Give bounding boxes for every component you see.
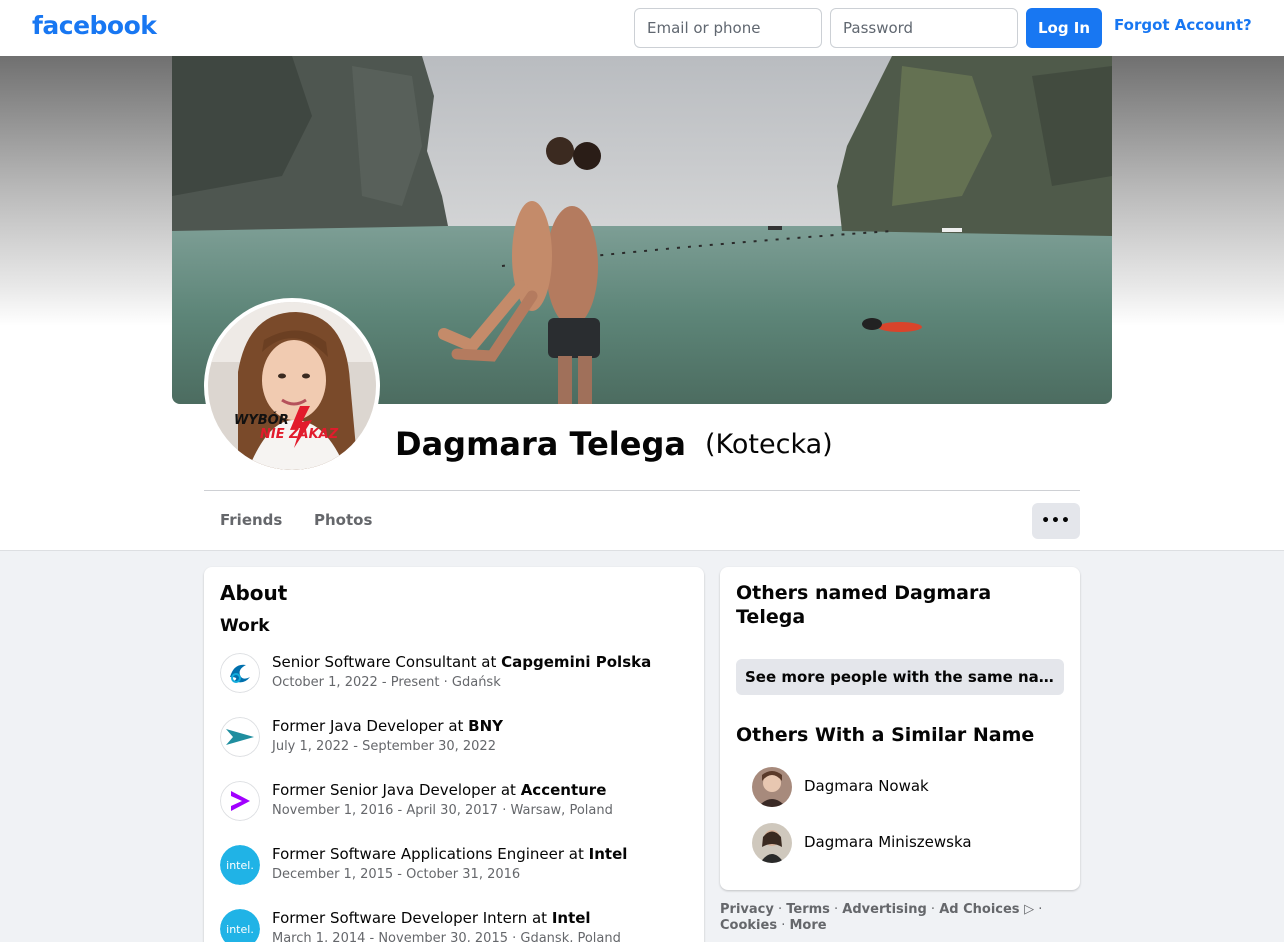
work-item: Former Senior Java Developer at Accentur… [220, 781, 690, 829]
intel-logo-icon[interactable]: intel. [220, 909, 260, 942]
company-link[interactable]: Intel [589, 845, 628, 863]
footer-link-privacy[interactable]: Privacy [720, 902, 774, 917]
tab-friends[interactable]: Friends [220, 511, 282, 529]
footer-link-advertising[interactable]: Advertising [842, 902, 927, 917]
work-title-text: Former Senior Java Developer at Accentur… [272, 781, 607, 799]
work-item: Senior Software Consultant at Capgemini … [220, 653, 690, 701]
work-item: intel. Former Software Applications Engi… [220, 845, 690, 893]
accenture-logo-icon[interactable] [220, 781, 260, 821]
profile-alternate-name: (Kotecka) [705, 429, 833, 460]
person-item[interactable]: Dagmara Miniszewska [752, 823, 1052, 863]
work-dates: July 1, 2022 - September 30, 2022 [272, 739, 496, 754]
work-dates: December 1, 2015 - October 31, 2016 [272, 867, 521, 882]
see-more-people-button[interactable]: See more people with the same name [736, 659, 1064, 695]
work-title-text: Senior Software Consultant at Capgemini … [272, 653, 652, 671]
company-link[interactable]: BNY [468, 717, 503, 735]
avatar-overlay-text-1: WYBÓR [234, 412, 289, 428]
others-named-card: Others named Dagmara Telega See more peo… [720, 567, 1080, 890]
person-avatar[interactable] [752, 767, 792, 807]
others-named-title: Others named Dagmara Telega [736, 582, 992, 628]
avatar-image: WYBÓR NIE ZAKAZ [208, 302, 376, 470]
footer-links: Privacy · Terms · Advertising · Ad Choic… [720, 902, 1043, 933]
work-title: Work [220, 616, 270, 636]
forgot-account-link[interactable]: Forgot Account? [1114, 16, 1252, 34]
about-card: About Work Senior Software Consultant at… [204, 567, 704, 942]
person-avatar[interactable] [752, 823, 792, 863]
footer-link-ad-choices[interactable]: Ad Choices ▷ [939, 902, 1034, 917]
capgemini-logo-icon[interactable] [220, 653, 260, 693]
footer-link-terms[interactable]: Terms [786, 902, 830, 917]
person-name[interactable]: Dagmara Nowak [804, 777, 929, 795]
footer-link-cookies[interactable]: Cookies [720, 918, 777, 933]
tab-photos[interactable]: Photos [314, 511, 372, 529]
company-link[interactable]: Accenture [521, 781, 607, 799]
work-dates: October 1, 2022 - Present · Gdańsk [272, 675, 501, 690]
about-title: About [220, 581, 288, 605]
bny-logo-icon[interactable] [220, 717, 260, 757]
intel-logo-icon[interactable]: intel. [220, 845, 260, 885]
similar-name-title: Others With a Similar Name [736, 724, 1035, 746]
work-title-text: Former Java Developer at BNY [272, 717, 504, 735]
profile-avatar[interactable]: WYBÓR NIE ZAKAZ [204, 298, 380, 474]
header-divider [204, 490, 1080, 491]
work-item: Former Java Developer at BNY July 1, 202… [220, 717, 690, 765]
work-item: intel. Former Software Developer Intern … [220, 909, 690, 942]
company-link[interactable]: Capgemini Polska [501, 653, 651, 671]
password-input[interactable] [830, 8, 1018, 48]
person-name[interactable]: Dagmara Miniszewska [804, 833, 972, 851]
profile-name: Dagmara Telega [395, 425, 686, 463]
work-title-text: Former Software Applications Engineer at… [272, 845, 628, 863]
work-dates: November 1, 2016 - April 30, 2017 · Wars… [272, 803, 613, 818]
email-input[interactable] [634, 8, 822, 48]
login-button[interactable]: Log In [1026, 8, 1102, 48]
company-link[interactable]: Intel [552, 909, 591, 927]
facebook-logo[interactable]: facebook [32, 11, 157, 40]
work-dates: March 1, 2014 - November 30, 2015 · Gdan… [272, 931, 621, 942]
top-navigation-bar: facebook Log In Forgot Account? [0, 0, 1284, 56]
footer-link-more[interactable]: More [789, 918, 826, 933]
work-title-text: Former Software Developer Intern at Inte… [272, 909, 591, 927]
intel-logo-text: intel. [226, 923, 254, 936]
intel-logo-text: intel. [226, 859, 254, 872]
more-options-button[interactable]: ••• [1032, 503, 1080, 539]
person-item[interactable]: Dagmara Nowak [752, 767, 1052, 807]
